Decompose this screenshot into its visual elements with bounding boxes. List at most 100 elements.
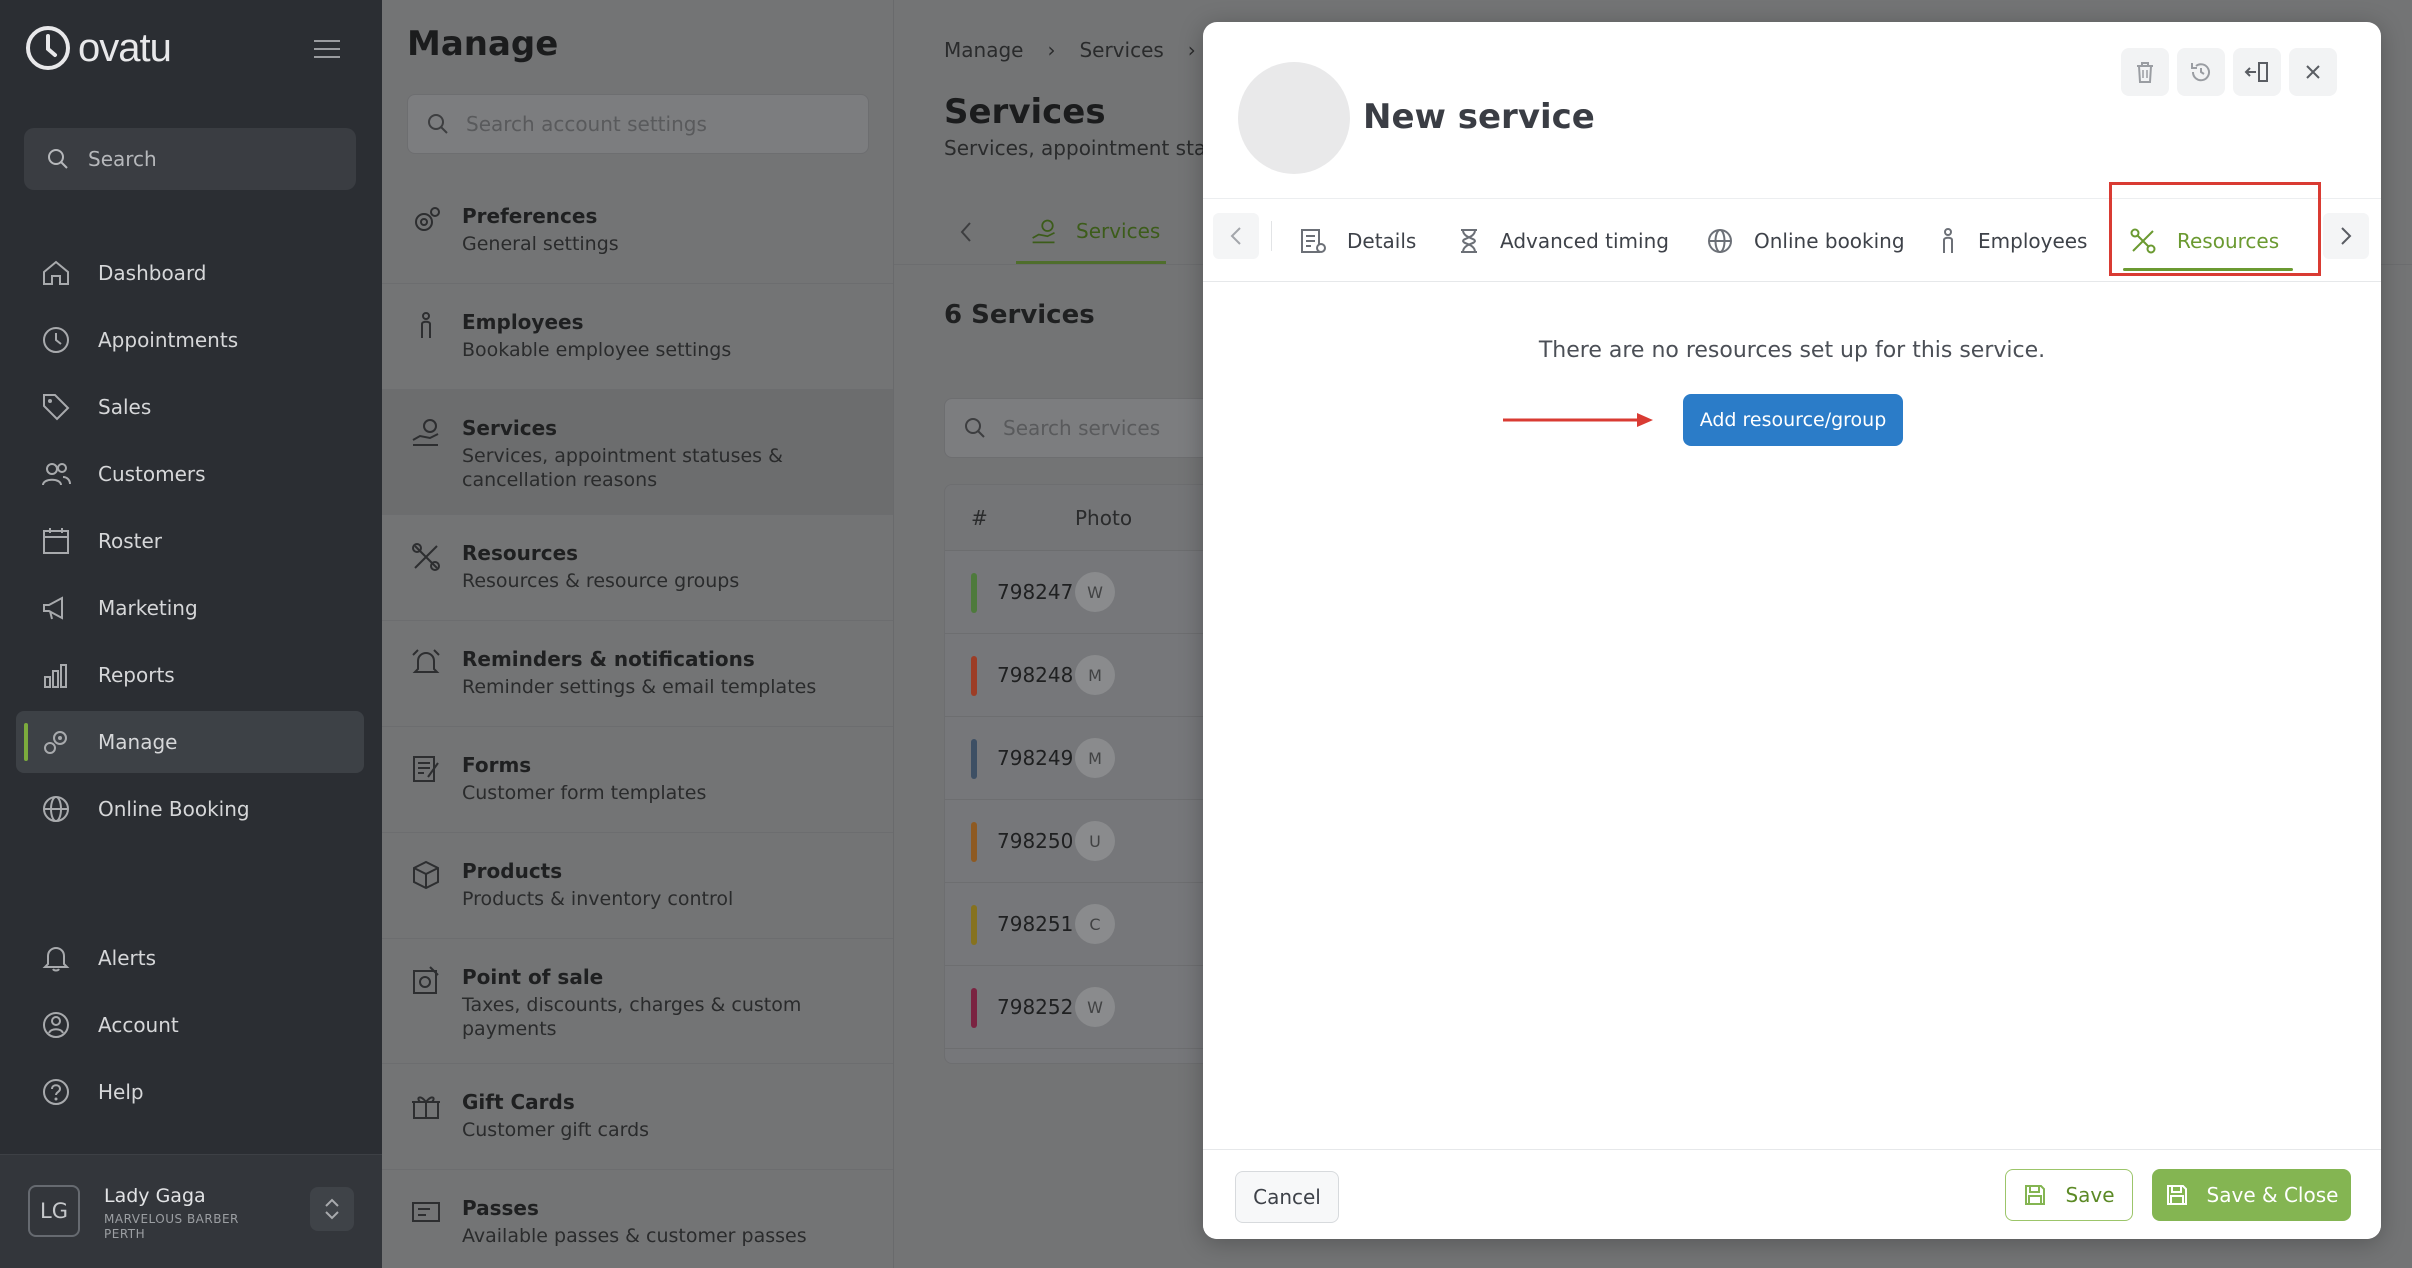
- nav-label: Sales: [98, 395, 152, 419]
- settings-item-reminders[interactable]: Reminders & notifications Reminder setti…: [382, 621, 893, 727]
- nav-item-manage[interactable]: Manage: [16, 711, 364, 773]
- nav-item-dashboard[interactable]: Dashboard: [16, 242, 364, 304]
- settings-item-title: Employees: [462, 310, 584, 334]
- nav-item-help[interactable]: Help: [16, 1061, 364, 1123]
- calendar-icon: [43, 528, 69, 554]
- tab-label: Online booking: [1754, 229, 1905, 253]
- breadcrumb-item-manage[interactable]: Manage: [944, 38, 1023, 62]
- settings-item-gift-cards[interactable]: Gift Cards Customer gift cards: [382, 1064, 893, 1170]
- nav-item-reports[interactable]: Reports: [16, 644, 364, 706]
- bell-icon: [42, 946, 70, 972]
- tab-label: Details: [1347, 229, 1417, 253]
- clock-icon: [43, 327, 69, 353]
- empty-state-message: There are no resources set up for this s…: [1538, 338, 2046, 363]
- breadcrumb-item-services[interactable]: Services: [1079, 38, 1163, 62]
- resources-icon: [412, 543, 440, 571]
- settings-item-services[interactable]: Services Services, appointment statuses …: [382, 390, 893, 515]
- pass-icon: [412, 1202, 440, 1222]
- cancel-button[interactable]: Cancel: [1235, 1171, 1339, 1223]
- column-header-photo: Photo: [1075, 505, 1133, 530]
- service-id: 798249: [997, 746, 1074, 770]
- user-profile[interactable]: LG Lady Gaga MARVELOUS BARBER PERTH: [0, 1154, 382, 1268]
- tab-employees[interactable]: Employees: [1938, 199, 2087, 283]
- service-id: 798250: [997, 829, 1074, 853]
- main-nav: Dashboard Appointments Sales Customers R…: [16, 242, 364, 845]
- sidebar: ovatu Search Dashboard Appointments Sale…: [0, 0, 382, 1268]
- settings-item-point-of-sale[interactable]: Point of sale Taxes, discounts, charges …: [382, 939, 893, 1064]
- tab-scroll-left-button[interactable]: [1213, 213, 1259, 259]
- tab-scroll-right-button[interactable]: [2323, 213, 2369, 259]
- settings-item-employees[interactable]: Employees Bookable employee settings: [382, 284, 893, 390]
- settings-item-title: Products: [462, 859, 563, 883]
- tab-details[interactable]: Details: [1299, 199, 1416, 283]
- save-and-close-button[interactable]: Save & Close: [2152, 1169, 2351, 1221]
- history-button[interactable]: [2177, 48, 2225, 96]
- expand-panel-button[interactable]: [2233, 48, 2281, 96]
- avatar: LG: [28, 1185, 80, 1237]
- settings-item-title: Reminders & notifications: [462, 647, 755, 671]
- globe-icon: [1708, 229, 1732, 253]
- settings-item-title: Preferences: [462, 204, 598, 228]
- settings-item-products[interactable]: Products Products & inventory control: [382, 833, 893, 939]
- nav-label: Roster: [98, 529, 163, 553]
- account-switcher-button[interactable]: [310, 1187, 354, 1231]
- nav-item-appointments[interactable]: Appointments: [16, 309, 364, 371]
- page-title: Manage: [407, 24, 559, 64]
- nav-label: Help: [98, 1080, 144, 1104]
- sidebar-search-input[interactable]: Search: [24, 128, 356, 190]
- nav-item-customers[interactable]: Customers: [16, 443, 364, 505]
- settings-search-input[interactable]: Search account settings: [407, 94, 869, 154]
- logo[interactable]: ovatu: [24, 24, 172, 72]
- settings-item-resources[interactable]: Resources Resources & resource groups: [382, 515, 893, 621]
- business-name: MARVELOUS BARBER PERTH: [104, 1212, 239, 1241]
- add-resource-group-button[interactable]: Add resource/group: [1683, 394, 1903, 446]
- tab-services[interactable]: Services: [1016, 200, 1166, 264]
- tag-icon: [43, 394, 70, 421]
- logo-text: ovatu: [78, 25, 172, 70]
- settings-item-subtitle: Available passes & customer passes: [462, 1225, 807, 1247]
- tab-scroll-left-button[interactable]: [944, 200, 988, 264]
- nav-item-sales[interactable]: Sales: [16, 376, 364, 438]
- nav-label: Appointments: [98, 328, 239, 352]
- color-indicator: [971, 905, 977, 945]
- column-header-id[interactable]: #: [945, 506, 1075, 530]
- nav-item-account[interactable]: Account: [16, 994, 364, 1056]
- settings-item-passes[interactable]: Passes Available passes & customer passe…: [382, 1170, 893, 1268]
- color-indicator: [971, 656, 977, 696]
- settings-item-preferences[interactable]: Preferences General settings: [382, 178, 893, 284]
- color-indicator: [971, 988, 977, 1028]
- tab-advanced-timing[interactable]: Advanced timing: [1458, 199, 1669, 283]
- delete-button[interactable]: [2121, 48, 2169, 96]
- chevron-right-icon: [2341, 227, 2352, 245]
- save-button[interactable]: Save: [2005, 1169, 2133, 1221]
- alarm-icon: [412, 649, 440, 673]
- search-placeholder: Search services: [1003, 416, 1161, 440]
- employee-icon: [1943, 228, 1953, 253]
- nav-item-alerts[interactable]: Alerts: [16, 927, 364, 989]
- pos-icon: [413, 966, 439, 994]
- tab-label: Services: [1076, 218, 1161, 243]
- nav-item-marketing[interactable]: Marketing: [16, 577, 364, 639]
- settings-item-title: Passes: [462, 1196, 539, 1220]
- hamburger-menu-icon[interactable]: [312, 36, 344, 62]
- user-name: Lady Gaga: [104, 1185, 206, 1207]
- nav-item-online-booking[interactable]: Online Booking: [16, 778, 364, 840]
- settings-item-forms[interactable]: Forms Customer form templates: [382, 727, 893, 833]
- close-button[interactable]: [2289, 48, 2337, 96]
- save-icon: [2166, 1185, 2187, 1205]
- service-id: 798251: [997, 912, 1074, 936]
- secondary-nav: Alerts Account Help: [16, 927, 364, 1128]
- settings-panel: Manage Search account settings Preferenc…: [382, 0, 894, 1268]
- color-indicator: [971, 822, 977, 862]
- nav-item-roster[interactable]: Roster: [16, 510, 364, 572]
- settings-item-subtitle: Resources & resource groups: [462, 570, 740, 592]
- settings-item-subtitle: Bookable employee settings: [462, 339, 732, 361]
- preferences-icon: [415, 207, 440, 231]
- tab-online-booking[interactable]: Online booking: [1706, 199, 1905, 283]
- service-photo-placeholder[interactable]: [1238, 62, 1350, 174]
- new-service-modal: New service Details Advanced timing Onli…: [1203, 22, 2381, 1239]
- settings-item-title: Resources: [462, 541, 579, 565]
- employee-icon: [421, 312, 431, 338]
- trash-icon: [2137, 62, 2153, 83]
- account-icon: [43, 1012, 69, 1038]
